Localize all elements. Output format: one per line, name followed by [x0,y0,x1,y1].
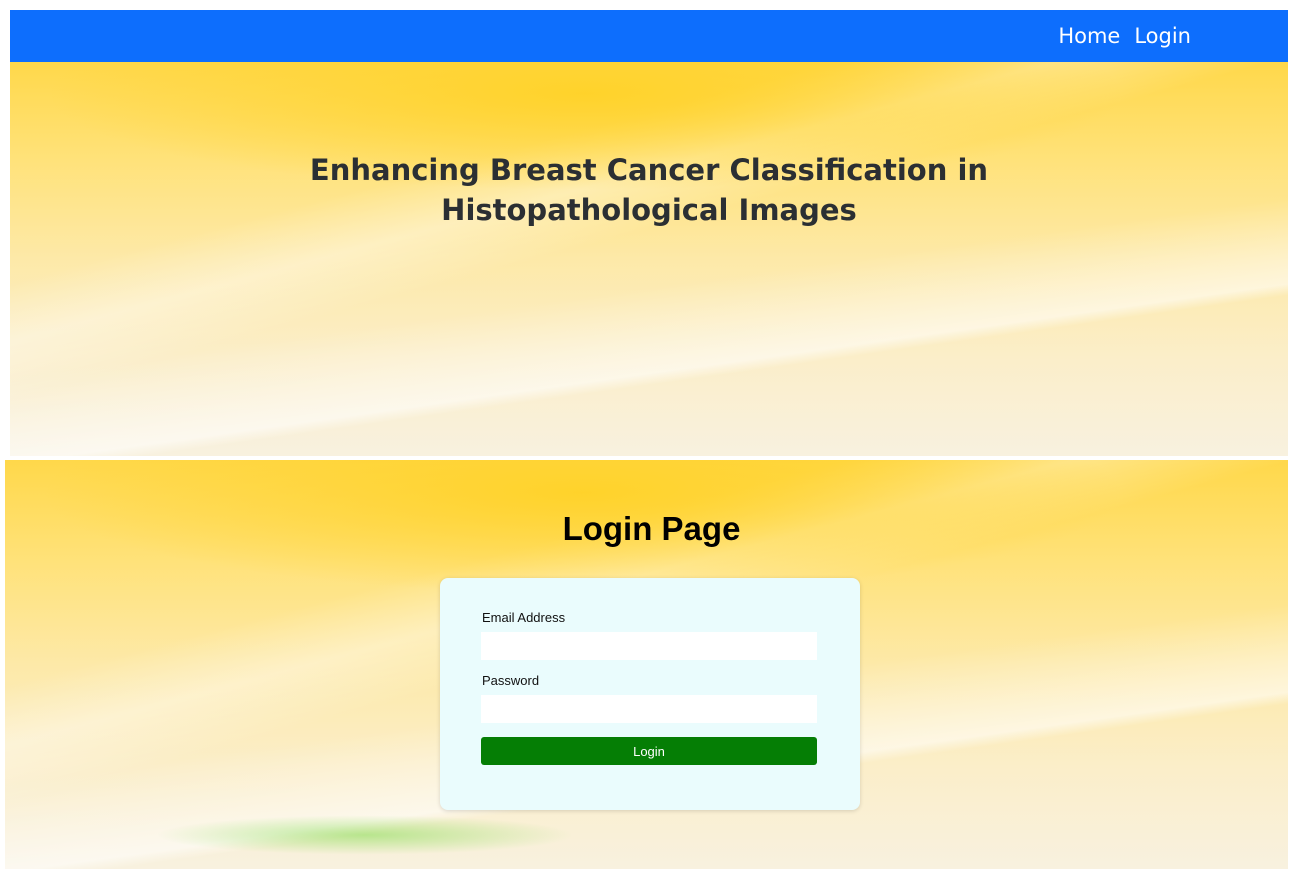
background-streak [155,815,575,855]
nav-login-link[interactable]: Login [1134,22,1191,50]
email-input[interactable] [481,632,817,660]
login-section: Login Page Email Address Password Login [5,460,1288,869]
hero-title-line-1: Enhancing Breast Cancer Classification i… [309,153,989,187]
nav-home-link[interactable]: Home [1058,22,1120,50]
hero-title: Enhancing Breast Cancer Classification i… [10,150,1288,230]
login-page-title: Login Page [562,510,741,547]
password-label: Password [482,673,540,688]
hero-banner: Enhancing Breast Cancer Classification i… [10,62,1288,456]
hero-title-line-2: Histopathological Images [441,193,857,227]
email-label: Email Address [482,610,566,625]
nav-links: Home Login [1058,22,1191,50]
password-input[interactable] [481,695,817,723]
login-card: Email Address Password Login [440,578,860,810]
page: Home Login Enhancing Breast Cancer Class… [0,0,1289,869]
login-button[interactable]: Login [481,737,817,765]
navbar: Home Login [10,10,1288,62]
